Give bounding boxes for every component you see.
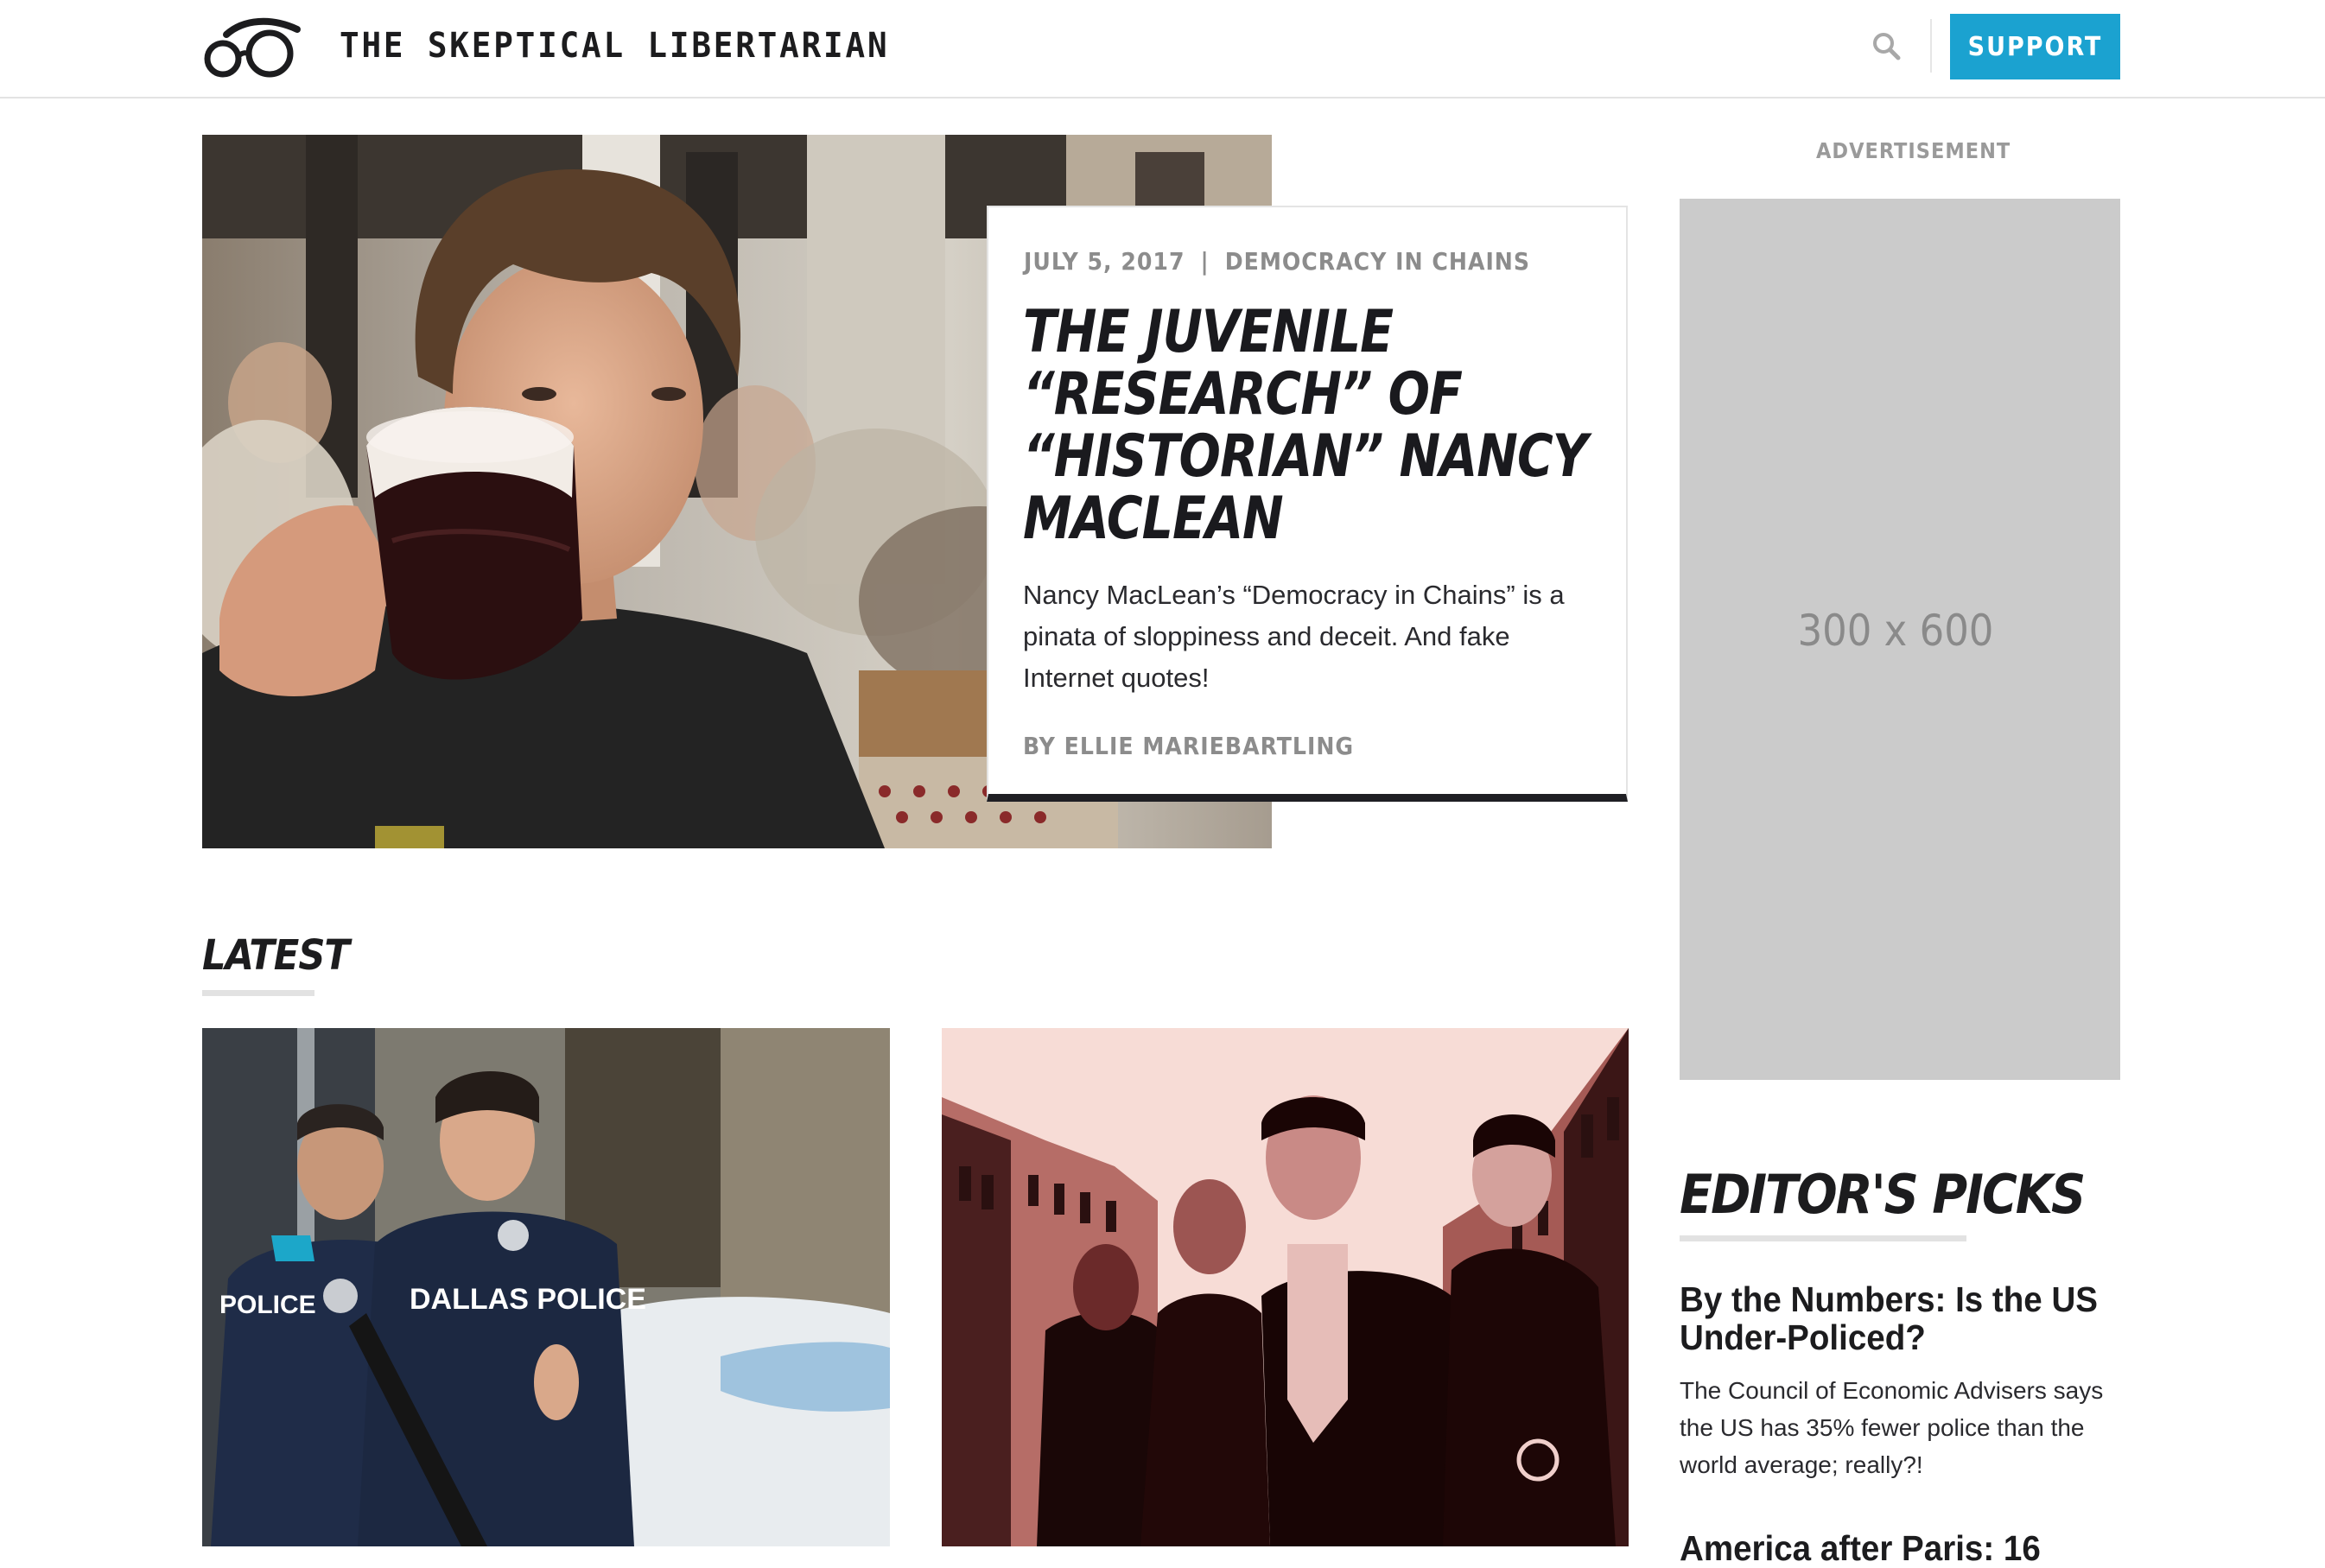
hero-date: JULY 5, 2017 <box>1024 247 1185 276</box>
support-button[interactable]: SUPPORT <box>1950 14 2120 79</box>
hero-category-link[interactable]: DEMOCRACY IN CHAINS <box>1225 247 1530 276</box>
editors-picks-underline <box>1680 1235 1966 1241</box>
advertisement-placeholder[interactable]: 300 x 600 <box>1680 199 2120 1080</box>
hero-title[interactable]: THE JUVENILE “RESEARCH” OF “HISTORIAN” N… <box>1023 302 1602 550</box>
latest-card-image-group[interactable] <box>942 1028 1629 1546</box>
header-divider <box>1930 19 1932 73</box>
dallas-police-text: DALLAS POLICE <box>410 1283 646 1316</box>
latest-underline <box>202 990 314 996</box>
site-title[interactable]: THE SKEPTICAL LIBERTARIAN <box>340 26 889 66</box>
search-icon[interactable] <box>1870 29 1904 64</box>
author-link[interactable]: ELLIE MARIEBARTLING <box>1064 732 1354 760</box>
hero-byline: BY ELLIE MARIEBARTLING <box>1023 732 1591 760</box>
pick-title[interactable]: America after Paris: 16 <box>1680 1529 2102 1567</box>
meta-separator: | <box>1200 247 1210 276</box>
hero-article-card: JULY 5, 2017 | DEMOCRACY IN CHAINS THE JUV… <box>987 206 1628 802</box>
latest-heading: LATEST <box>202 931 350 980</box>
hero-meta: JULY 5, 2017 | DEMOCRACY IN CHAINS <box>1024 247 1591 276</box>
site-header: THE SKEPTICAL LIBERTARIAN SUPPORT <box>0 0 2325 98</box>
ad-size-label: 300 x 600 <box>1797 606 1994 656</box>
editors-picks-heading: EDITOR'S PICKS <box>1680 1163 2086 1226</box>
hero-excerpt: Nancy MacLean’s “Democracy in Chains” is… <box>1023 580 1565 693</box>
pick-excerpt: The Council of Economic Advisers says th… <box>1680 1377 2104 1478</box>
latest-card-image-police[interactable]: POLICE DALLAS POLICE <box>202 1028 890 1546</box>
pick-title[interactable]: By the Numbers: Is the US Under-Policed? <box>1680 1280 2102 1356</box>
glasses-icon[interactable] <box>200 16 306 79</box>
police-badge-text: POLICE <box>219 1291 316 1319</box>
byline-prefix: BY <box>1023 732 1064 760</box>
advertisement-label: ADVERTISEMENT <box>1816 138 2011 163</box>
